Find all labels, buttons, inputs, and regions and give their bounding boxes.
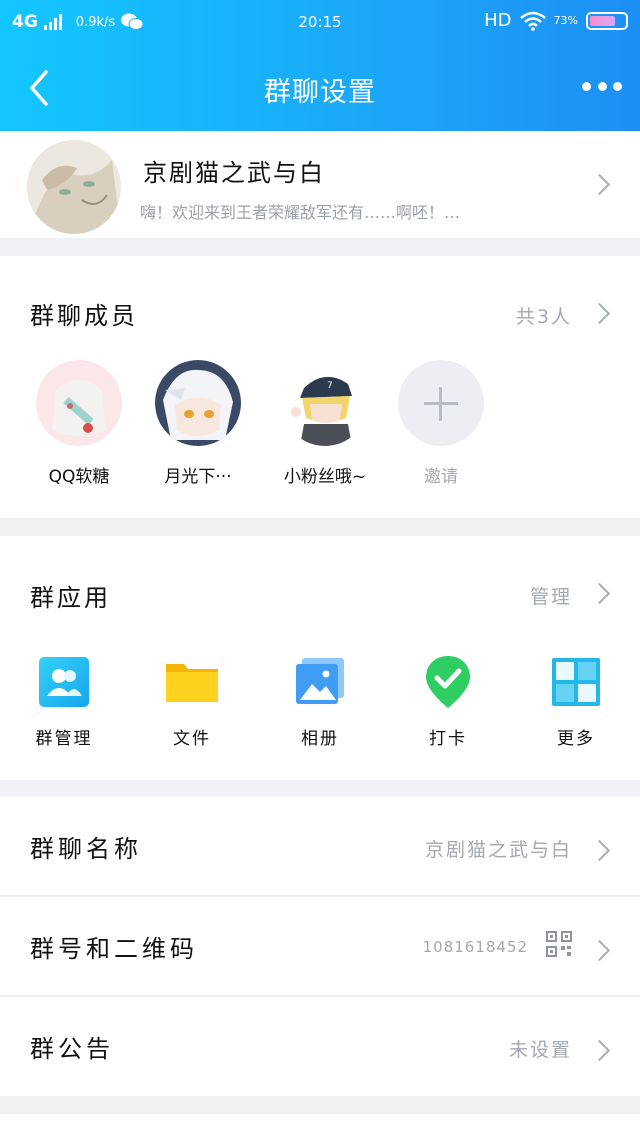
svg-text:7: 7: [327, 381, 333, 391]
manage-apps-link[interactable]: 管理: [530, 582, 572, 609]
next-section-card: [0, 1114, 640, 1138]
app-label: 更多: [557, 729, 595, 749]
group-manage-icon: [36, 654, 92, 710]
group-avatar: [27, 140, 121, 234]
page-title: 群聊设置: [264, 77, 376, 108]
group-number-value: 1081618452: [422, 938, 528, 956]
member-item[interactable]: QQ软糖: [24, 360, 134, 487]
check-in-icon: [420, 654, 476, 710]
member-name: QQ软糖: [48, 467, 110, 487]
group-number-row[interactable]: 群号和二维码 1081618452: [0, 897, 640, 996]
announcement-row[interactable]: 群公告 未设置: [0, 997, 640, 1096]
dot-icon: [597, 81, 607, 91]
header: 4G 0.9k/s 20:15 HD 73% 群聊设置: [0, 0, 640, 131]
announcement-label: 群公告: [30, 1035, 114, 1063]
members-title: 群聊成员: [30, 302, 138, 330]
chevron-right-icon[interactable]: [596, 584, 608, 604]
member-item[interactable]: 月光下···: [143, 360, 253, 487]
nav-bar: 群聊设置: [0, 44, 640, 131]
members-card: 群聊成员 共3人 QQ软糖 月光下··· 7 小粉丝哦~ 邀请: [0, 256, 640, 518]
status-bar: 4G 0.9k/s 20:15 HD 73%: [0, 0, 640, 44]
member-avatar: 7: [282, 360, 368, 446]
member-item[interactable]: 7 小粉丝哦~: [270, 360, 380, 487]
app-album[interactable]: 相册: [270, 654, 370, 749]
app-check-in[interactable]: 打卡: [398, 654, 498, 749]
member-name: 小粉丝哦~: [283, 467, 367, 487]
group-name-value: 京剧猫之武与白: [424, 839, 572, 861]
hd-indicator: HD: [484, 10, 512, 31]
app-label: 文件: [173, 729, 211, 749]
group-intro: 嗨！欢迎来到王者荣耀敌军还有……啊呸！…: [140, 203, 461, 222]
add-icon: [398, 360, 484, 446]
announcement-value: 未设置: [508, 1039, 572, 1061]
more-grid-icon: [548, 654, 604, 710]
chevron-right-icon[interactable]: [596, 304, 608, 324]
battery-percent: 73%: [553, 14, 578, 27]
battery-icon: [586, 11, 628, 30]
invite-label: 邀请: [424, 467, 458, 487]
member-name: 月光下···: [164, 467, 232, 487]
more-options-button[interactable]: [582, 76, 622, 96]
app-files[interactable]: 文件: [142, 654, 242, 749]
invite-member-button[interactable]: 邀请: [386, 360, 496, 487]
group-name-label: 群聊名称: [30, 835, 142, 863]
app-label: 相册: [301, 729, 339, 749]
qr-code-icon: [546, 931, 572, 957]
member-count[interactable]: 共3人: [516, 302, 572, 329]
apps-title: 群应用: [30, 584, 111, 612]
chevron-right-icon: [596, 175, 608, 195]
group-name: 京剧猫之武与白: [143, 159, 325, 187]
chevron-right-icon: [596, 1041, 608, 1061]
album-icon: [292, 654, 348, 710]
wifi-icon: [519, 11, 546, 31]
dot-icon: [582, 81, 591, 91]
status-right: HD 73%: [484, 10, 628, 31]
chevron-right-icon: [596, 841, 608, 861]
app-more[interactable]: 更多: [526, 654, 626, 749]
group-apps-card: 群应用 管理 群管理 文件 相册 打卡 更多: [0, 536, 640, 780]
member-avatar: [155, 360, 241, 446]
member-avatar: [36, 360, 122, 446]
chevron-right-icon: [596, 941, 608, 961]
app-label: 群管理: [35, 729, 93, 749]
folder-icon: [164, 654, 220, 710]
group-name-row[interactable]: 群聊名称 京剧猫之武与白: [0, 797, 640, 896]
group-number-label: 群号和二维码: [30, 935, 198, 963]
dot-icon: [613, 81, 622, 91]
battery-fill: [590, 15, 615, 26]
app-group-manage[interactable]: 群管理: [14, 654, 114, 749]
app-label: 打卡: [429, 729, 467, 749]
group-profile-card[interactable]: 京剧猫之武与白 嗨！欢迎来到王者荣耀敌军还有……啊呸！…: [0, 131, 640, 238]
